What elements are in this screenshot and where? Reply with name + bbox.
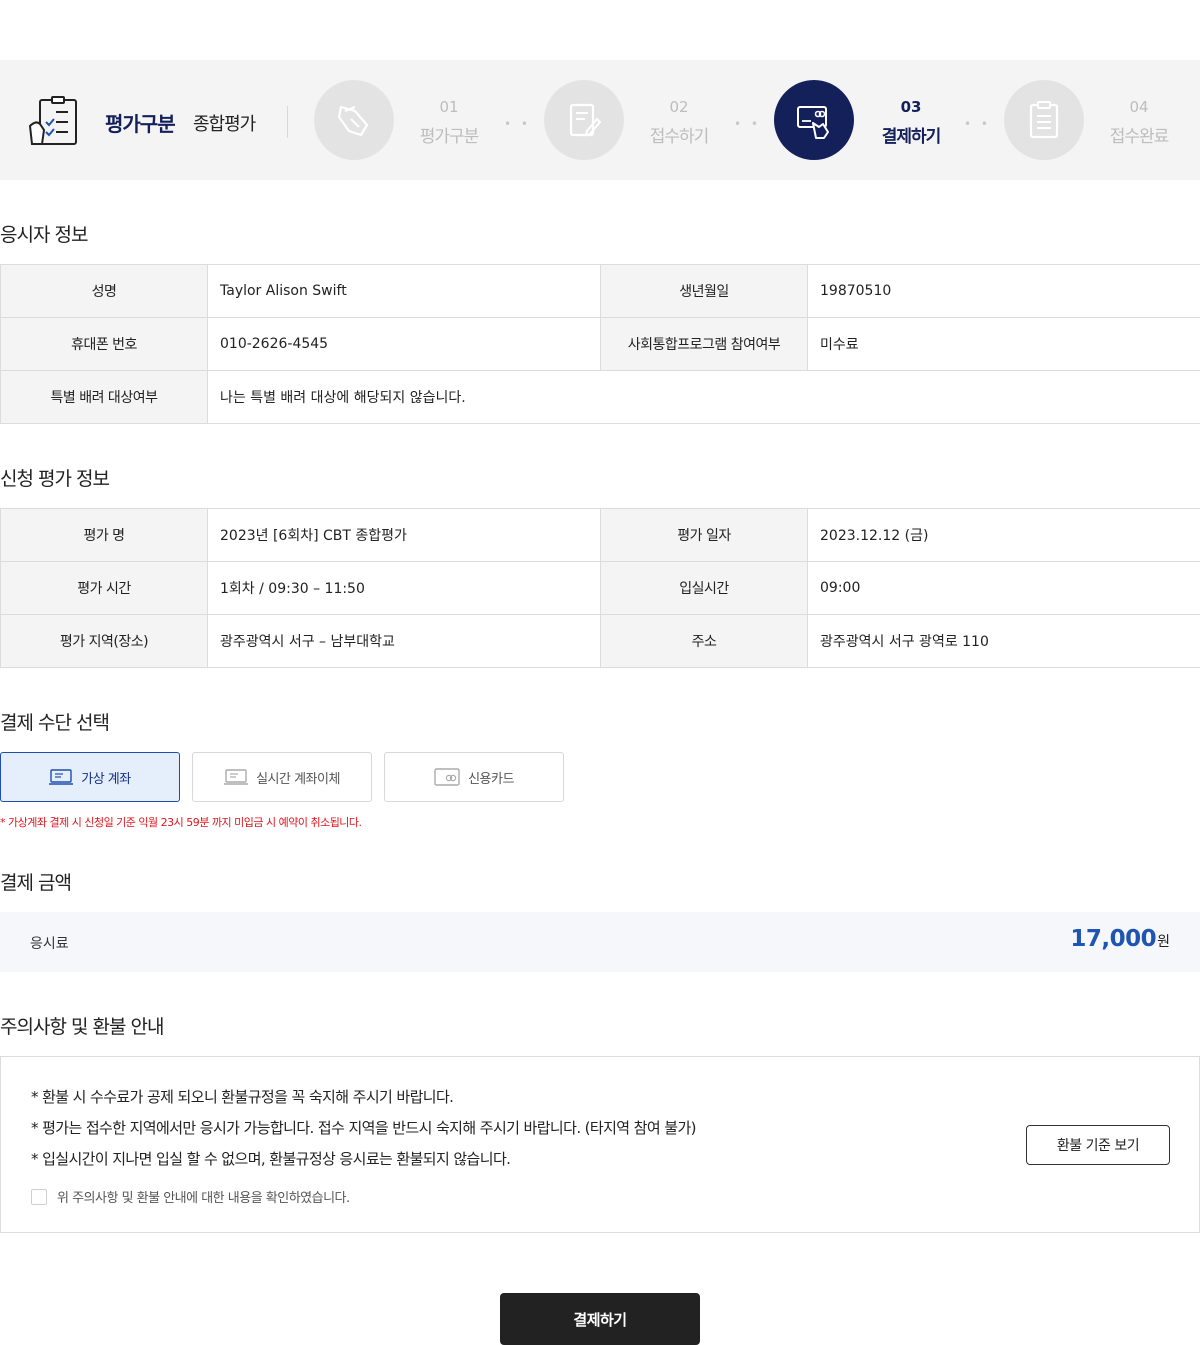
notice-line-2: * 평가는 접수한 지역에서만 응시가 가능합니다. 접수 지역을 반드시 숙지… — [31, 1119, 697, 1137]
step-2-title: 접수하기 — [649, 127, 710, 147]
realtime-transfer-label: 실시간 계좌이체 — [256, 771, 340, 787]
fee-amount: 17,000 원 — [1070, 926, 1170, 952]
step-1-circle — [314, 80, 394, 160]
step-4-number: 04 — [1129, 98, 1149, 116]
entry-time-value: 09:00 — [807, 561, 1200, 615]
table-row: 특별 배려 대상여부 나는 특별 배려 대상에 해당되지 않습니다. — [0, 370, 1200, 424]
category-divider — [287, 106, 288, 138]
step-2-number: 02 — [669, 98, 689, 116]
agree-checkbox[interactable] — [31, 1188, 47, 1205]
hand-pointer-icon — [337, 105, 369, 137]
program-label: 사회통합프로그램 참여여부 — [600, 317, 808, 371]
step-3-number: 03 — [900, 98, 922, 116]
birth-label: 생년월일 — [600, 264, 808, 318]
table-row: 평가 시간 1회차 / 09:30 – 11:50 입실시간 09:00 — [0, 561, 1200, 615]
applicant-info-table: 성명 Taylor Alison Swift 생년월일 19870510 휴대폰… — [0, 264, 1200, 424]
step-3-circle — [774, 80, 854, 160]
program-value: 미수료 — [807, 317, 1200, 371]
special-care-value: 나는 특별 배려 대상에 해당되지 않습니다. — [207, 370, 1200, 424]
document-pen-icon — [569, 103, 602, 137]
notice-box: * 환불 시 수수료가 공제 되오니 환불규정을 꼭 숙지해 주시기 바랍니다.… — [0, 1056, 1200, 1233]
payment-section-title: 결제 수단 선택 — [0, 712, 110, 734]
fee-amount-unit: 원 — [1157, 934, 1170, 950]
exam-name-label: 평가 명 — [0, 508, 208, 562]
exam-info-table: 평가 명 2023년 [6회차] CBT 종합평가 평가 일자 2023.12.… — [0, 508, 1200, 668]
name-value: Taylor Alison Swift — [207, 264, 601, 318]
step-4-circle — [1004, 80, 1084, 160]
special-care-label: 특별 배려 대상여부 — [0, 370, 208, 424]
table-row: 휴대폰 번호 010-2626-4545 사회통합프로그램 참여여부 미수료 — [0, 317, 1200, 371]
address-label: 주소 — [600, 614, 808, 668]
exam-name-value: 2023년 [6회차] CBT 종합평가 — [207, 508, 601, 562]
exam-region-label: 평가 지역(장소) — [0, 614, 208, 668]
virtual-account-button[interactable]: 가상 계좌 — [0, 752, 180, 802]
fee-amount-number: 17,000 — [1070, 926, 1157, 952]
card-payment-icon — [797, 106, 829, 139]
exam-time-label: 평가 시간 — [0, 561, 208, 615]
birth-value: 19870510 — [807, 264, 1200, 318]
step-3-title: 결제하기 — [881, 127, 942, 147]
notice-line-3: * 입실시간이 지나면 입실 할 수 없으며, 환불규정상 응시료는 환불되지 … — [31, 1150, 511, 1168]
exam-date-label: 평가 일자 — [600, 508, 808, 562]
phone-value: 010-2626-4545 — [207, 317, 601, 371]
entry-time-label: 입실시간 — [600, 561, 808, 615]
agree-label: 위 주의사항 및 환불 안내에 대한 내용을 확인하였습니다. — [57, 1191, 350, 1206]
exam-region-value: 광주광역시 서구 – 남부대학교 — [207, 614, 601, 668]
name-label: 성명 — [0, 264, 208, 318]
payment-notice: * 가상계좌 결제 시 신청일 기준 익월 23시 59분 까지 미입금 시 예… — [0, 816, 362, 829]
address-value: 광주광역시 서구 광역로 110 — [807, 614, 1200, 668]
table-row: 성명 Taylor Alison Swift 생년월일 19870510 — [0, 264, 1200, 318]
step-separator-1: • • — [504, 117, 531, 131]
agree-checkbox-row[interactable]: 위 주의사항 및 환불 안내에 대한 내용을 확인하였습니다. — [31, 1187, 350, 1206]
step-2-circle — [544, 80, 624, 160]
fee-label: 응시료 — [30, 936, 69, 952]
laptop-icon — [49, 769, 74, 785]
refund-policy-button[interactable]: 환불 기준 보기 — [1026, 1125, 1170, 1165]
credit-card-icon — [434, 768, 460, 786]
step-separator-2: • • — [734, 117, 761, 131]
credit-card-label: 신용카드 — [468, 771, 514, 787]
step-separator-3: • • — [964, 117, 991, 131]
applicant-section-title: 응시자 정보 — [0, 224, 88, 246]
category-value: 종합평가 — [193, 114, 256, 135]
amount-section-title: 결제 금액 — [0, 872, 72, 894]
exam-date-value: 2023.12.12 (금) — [807, 508, 1200, 562]
laptop-icon — [224, 769, 249, 785]
notice-line-1: * 환불 시 수수료가 공제 되오니 환불규정을 꼭 숙지해 주시기 바랍니다. — [31, 1088, 454, 1106]
step-progress-bar: 평가구분 종합평가 01 평가구분 • • 02 접수하기 • • 03 결제하… — [0, 60, 1200, 180]
step-1-title: 평가구분 — [419, 127, 480, 147]
credit-card-button[interactable]: 신용카드 — [384, 752, 564, 802]
evaluation-checklist-icon — [28, 96, 77, 145]
table-row: 평가 명 2023년 [6회차] CBT 종합평가 평가 일자 2023.12.… — [0, 508, 1200, 562]
virtual-account-label: 가상 계좌 — [81, 771, 131, 787]
realtime-transfer-button[interactable]: 실시간 계좌이체 — [192, 752, 372, 802]
step-1-number: 01 — [439, 98, 459, 116]
phone-label: 휴대폰 번호 — [0, 317, 208, 371]
category-label: 평가구분 — [105, 112, 176, 136]
exam-section-title: 신청 평가 정보 — [0, 468, 110, 490]
amount-box: 응시료 17,000 원 — [0, 912, 1200, 972]
pay-submit-button[interactable]: 결제하기 — [500, 1293, 700, 1345]
step-4-title: 접수완료 — [1109, 127, 1170, 147]
table-row: 평가 지역(장소) 광주광역시 서구 – 남부대학교 주소 광주광역시 서구 광… — [0, 614, 1200, 668]
clipboard-icon — [1029, 101, 1059, 139]
notice-section-title: 주의사항 및 환불 안내 — [0, 1016, 164, 1038]
exam-time-value: 1회차 / 09:30 – 11:50 — [207, 561, 601, 615]
